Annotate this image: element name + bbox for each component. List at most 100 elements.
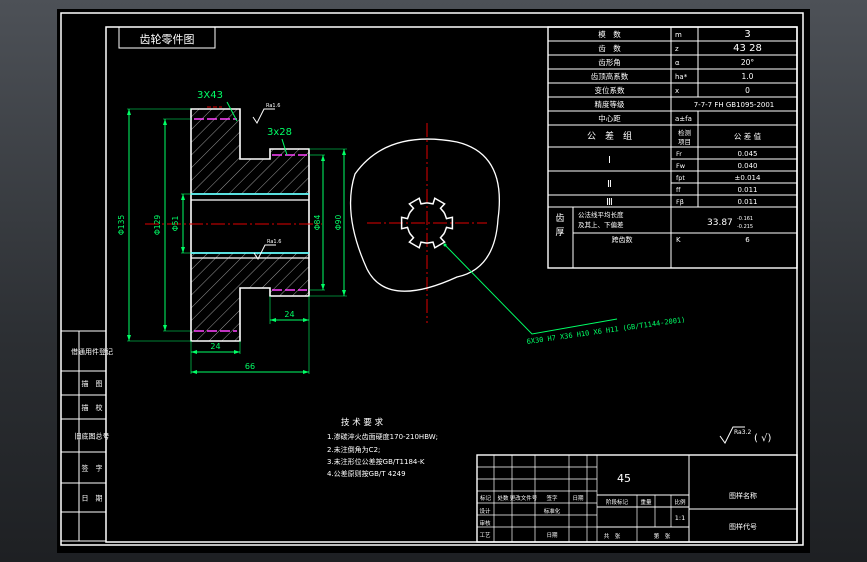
dim-arrow xyxy=(303,370,309,374)
material-value: 45 xyxy=(617,472,631,485)
thickness-dev-up: -0.161 xyxy=(737,216,753,222)
title-tag[interactable]: 齿轮零件图 xyxy=(118,26,216,49)
tolerance-group: Ⅰ xyxy=(608,155,611,166)
dim-label: 66 xyxy=(245,362,255,371)
spec-label: 齿顶高系数 xyxy=(591,71,629,81)
tb-drawing-no: 图样代号 xyxy=(729,522,757,531)
teeth-count-large: 3X43 xyxy=(197,90,223,101)
dim-arrow xyxy=(181,247,185,253)
spec-label: 精度等级 xyxy=(595,99,625,109)
note-item: 4.公差原则按GB/T 4249 xyxy=(327,469,406,478)
thickness-desc: 及其上、下偏差 xyxy=(578,220,624,229)
tb-row-label: 审核 xyxy=(479,519,491,527)
cad-viewport[interactable]: 齿轮零件图 借通用件登记描 图描 校旧底图总号签 字日 期 Φ135 Φ129 Φ5… xyxy=(57,9,810,553)
group-header: 公 差 值 xyxy=(734,131,762,141)
thickness-value: 33.87 xyxy=(707,218,733,228)
spec-label: 中心距 xyxy=(598,113,621,123)
title-tag-text: 齿轮零件图 xyxy=(140,32,195,46)
tb-row-label: 标准化 xyxy=(544,507,561,515)
tb-weight-label: 重量 xyxy=(640,498,652,506)
spec-symbol: m xyxy=(675,31,682,39)
tolerance-value: 0.040 xyxy=(737,162,757,170)
dim-arrow xyxy=(191,370,197,374)
group-header: 公 差 组 xyxy=(587,130,632,142)
tolerance-symbol: Fr xyxy=(676,150,682,158)
thickness-label: 齿 xyxy=(555,213,564,224)
dim-label: Φ51 xyxy=(171,216,180,232)
dim-label: Φ90 xyxy=(334,215,343,231)
roughness-label: Ra1.6 xyxy=(267,239,281,245)
tolerance-symbol: fpt xyxy=(676,174,685,182)
dim-arrow xyxy=(163,119,167,125)
note-item: 2.未注倒角为C2; xyxy=(327,445,380,454)
side-label: 签 字 xyxy=(82,464,103,473)
side-label: 旧底图总号 xyxy=(75,432,110,441)
side-label-column: 借通用件登记描 图描 校旧底图总号签 字日 期 xyxy=(60,330,113,542)
tolerance-symbol: Fw xyxy=(676,162,686,170)
tolerance-value: 0.011 xyxy=(737,186,757,194)
spec-value: 43 28 xyxy=(733,43,762,54)
tb-row-label: 工艺 xyxy=(479,532,491,539)
tb-header-label: 更改文件号 xyxy=(510,494,538,502)
technical-requirements: 技 术 要 求 1.渗碳淬火齿面硬度170-210HBW; 2.未注倒角为C2;… xyxy=(327,417,438,478)
spec-value: 3 xyxy=(744,29,750,40)
dim-arrow xyxy=(163,325,167,331)
span-value: 6 xyxy=(745,236,750,244)
tb-stage-label: 阶段标记 xyxy=(606,498,629,506)
spec-label: 变位系数 xyxy=(595,85,625,95)
note-item: 3.未注形位公差按GB/T1184-K xyxy=(327,457,425,466)
dim-arrow xyxy=(303,318,309,322)
tolerance-value: 0.011 xyxy=(737,198,757,206)
span-symbol: K xyxy=(676,236,681,244)
dim-arrow xyxy=(127,335,131,341)
spec-symbol: α xyxy=(675,59,680,67)
end-view-outline xyxy=(349,138,500,292)
dim-arrow xyxy=(191,350,197,354)
title-block: 标记 处数 更改文件号 签字 日期设计 标准化审核工艺 日期45阶段标记 重量 比例1:1共 张… xyxy=(476,454,798,543)
tolerance-group: Ⅱ xyxy=(607,179,612,190)
thickness-label: 厚 xyxy=(555,227,564,238)
side-label: 日 期 xyxy=(82,495,103,503)
spec-value: 0 xyxy=(745,86,750,95)
tolerance-symbol: Fβ xyxy=(676,198,684,206)
tb-header-label: 处数 xyxy=(497,494,509,502)
roughness-label: Ra1.6 xyxy=(266,103,280,109)
tb-header-label: 日期 xyxy=(572,495,584,502)
notes-title: 技 术 要 求 xyxy=(341,417,384,428)
group-header: 检测 xyxy=(678,128,692,137)
note-item: 1.渗碳淬火齿面硬度170-210HBW; xyxy=(327,432,438,441)
surface-finish-check: ( √) xyxy=(754,433,771,444)
spec-label: 齿形角 xyxy=(598,57,621,67)
side-label: 描 图 xyxy=(82,379,103,388)
dim-label: Φ135 xyxy=(117,215,126,235)
spec-symbol: z xyxy=(675,45,679,53)
side-label: 借通用件登记 xyxy=(71,347,113,356)
dim-label: Φ84 xyxy=(313,215,322,231)
leader-dot xyxy=(443,243,447,247)
dim-label: 24 xyxy=(210,342,220,351)
dim-arrow xyxy=(321,155,325,161)
side-label: 描 校 xyxy=(82,403,103,412)
tb-header-label: 签字 xyxy=(546,494,558,502)
drawing-border xyxy=(60,12,804,546)
tb-drawing-name: 图样名称 xyxy=(729,491,757,500)
tb-header-label: 标记 xyxy=(480,494,492,502)
spec-symbol: x xyxy=(675,87,679,95)
tb-scale-value: 1:1 xyxy=(675,514,685,522)
dim-arrow xyxy=(181,194,185,200)
tb-row-label: 日期 xyxy=(546,532,558,539)
dim-label: Φ129 xyxy=(153,215,162,235)
roughness-symbol xyxy=(252,108,275,124)
spec-label: 模 数 xyxy=(598,29,621,39)
tb-row-label: 设计 xyxy=(479,507,491,515)
span-label: 跨齿数 xyxy=(612,235,633,244)
group-header: 项目 xyxy=(678,138,691,146)
dim-arrow xyxy=(321,284,325,290)
spec-value: 1.0 xyxy=(742,72,754,81)
teeth-count-small: 3x28 xyxy=(267,127,292,138)
dim-arrow xyxy=(234,350,240,354)
dim-arrow xyxy=(270,318,276,322)
tb-scale-label: 比例 xyxy=(674,498,686,506)
thickness-dev-low: -0.215 xyxy=(737,224,753,230)
tb-sheet-no: 第 张 xyxy=(654,532,671,540)
